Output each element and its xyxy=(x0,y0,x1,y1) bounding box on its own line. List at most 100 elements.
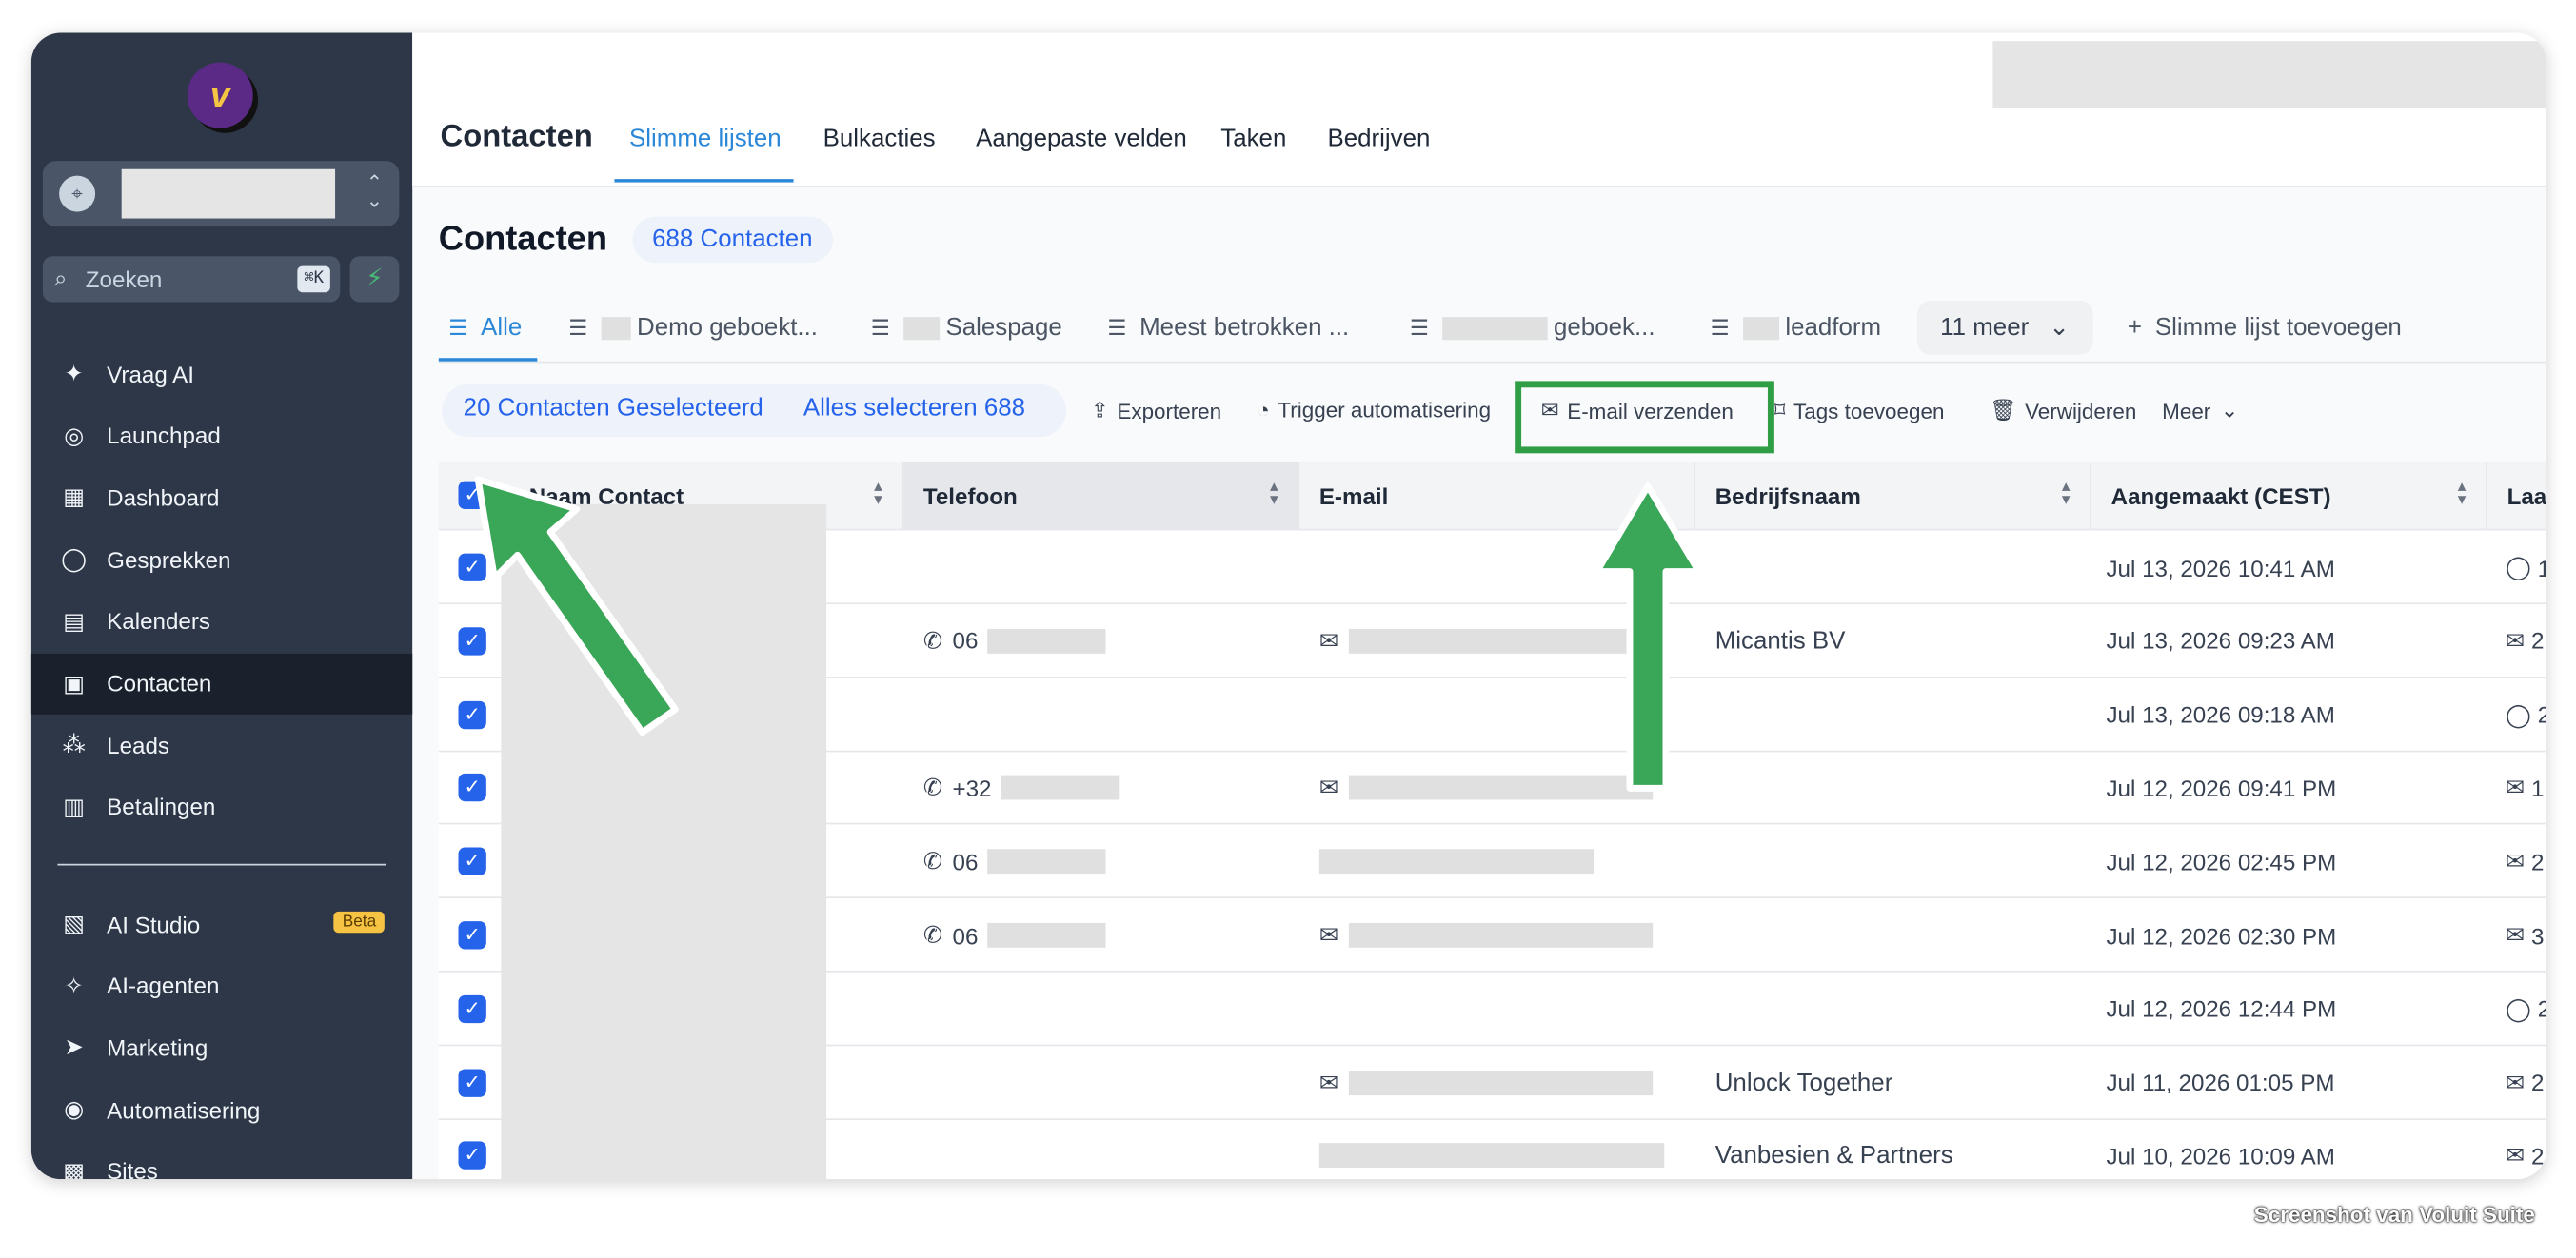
redacted xyxy=(987,628,1107,654)
sidebar-item-launchpad[interactable]: ◎ Launchpad xyxy=(31,405,412,466)
tab-aangepaste-velden[interactable]: Aangepaste velden xyxy=(976,125,1187,152)
phone-icon: ✆ xyxy=(922,921,943,948)
row-checkbox[interactable]: ✓ xyxy=(458,774,486,802)
redacted xyxy=(1318,849,1595,875)
sparkle-icon: ✦ xyxy=(64,359,84,386)
sidebar-item-label: Leads xyxy=(107,732,170,758)
more-lists-label: 11 meer xyxy=(1940,313,2030,342)
green-arrow-checkbox xyxy=(474,476,679,737)
phone-value: +32 xyxy=(952,775,992,802)
export-button[interactable]: ⇪ Exporteren xyxy=(1091,398,1221,424)
email-cell[interactable]: ✉ xyxy=(1319,898,1653,973)
tag-icon: ⌑ xyxy=(1773,397,1786,423)
add-tags-button[interactable]: ⌑ Tags toevoegen xyxy=(1774,398,1945,424)
sidebar-item-vraag-ai[interactable]: ✦ Vraag AI xyxy=(31,344,412,404)
redacted xyxy=(1318,1143,1665,1169)
email-cell[interactable] xyxy=(1318,825,1595,899)
sidebar-item-marketing[interactable]: ➤ Marketing xyxy=(31,1017,412,1078)
last-activity-cell: ✉ 2 xyxy=(2506,825,2545,899)
quick-action-bolt-icon[interactable]: ⚡ xyxy=(349,256,400,303)
delete-button[interactable]: 🗑 Verwijderen xyxy=(1990,398,2136,424)
list-tab-geboekt[interactable]: ☰ geboek... xyxy=(1410,314,1655,342)
sidebar-item-label: Dashboard xyxy=(107,483,220,511)
sidebar-item-leads[interactable]: ⁂ Leads xyxy=(31,715,412,776)
col-header-phone[interactable]: Telefoon ▴ ▾ xyxy=(903,461,1300,531)
sidebar-item-automatisering[interactable]: ◉ Automatisering xyxy=(31,1079,412,1140)
row-checkbox[interactable]: ✓ xyxy=(458,994,486,1023)
sidebar-item-gesprekken[interactable]: ◯ Gesprekken xyxy=(31,529,412,590)
sidebar-item-contacten[interactable]: ▣ Contacten xyxy=(30,653,413,714)
company-cell: Vanbesien & Partners xyxy=(1714,1142,1953,1170)
list-tab-label: Salespage xyxy=(945,313,1062,342)
col-last-label: Laa xyxy=(2507,482,2546,509)
mail-icon: ✉ xyxy=(2505,1068,2526,1095)
row-checkbox[interactable]: ✓ xyxy=(458,1068,486,1097)
dashboard-icon: ▦ xyxy=(63,483,86,510)
redacted xyxy=(601,316,631,340)
app-logo[interactable]: v xyxy=(187,62,253,128)
sidebar-item-label: Betalingen xyxy=(107,794,216,820)
account-switcher[interactable]: ⌖ ⌃ ⌄ xyxy=(42,161,400,227)
list-tab-demo[interactable]: ☰ Demo geboekt... xyxy=(568,314,818,342)
automation-icon: ◉ xyxy=(64,1095,85,1122)
email-cell[interactable] xyxy=(1318,1119,1665,1179)
phone-cell[interactable]: ✆ +32 xyxy=(923,751,1120,825)
col-header-last-activity[interactable]: Laa xyxy=(2487,461,2546,531)
row-checkbox[interactable]: ✓ xyxy=(458,1142,486,1170)
sidebar-item-betalingen[interactable]: ▥ Betalingen xyxy=(31,776,412,837)
phone-icon: ✆ xyxy=(922,774,943,801)
row-checkbox[interactable]: ✓ xyxy=(458,921,486,950)
trigger-label: Trigger automatisering xyxy=(1278,397,1492,423)
list-tab-alle[interactable]: ☰ Alle xyxy=(448,314,522,342)
sort-icon[interactable]: ▴ ▾ xyxy=(874,479,882,508)
tab-bedrijven[interactable]: Bedrijven xyxy=(1327,125,1430,152)
sort-icon[interactable]: ▴ ▾ xyxy=(2458,479,2467,508)
ai-studio-icon: ▧ xyxy=(63,910,86,936)
row-checkbox[interactable]: ✓ xyxy=(458,847,486,876)
phone-cell[interactable]: ✆ 06 xyxy=(923,825,1107,899)
last-activity-cell: ✉ 2 xyxy=(2506,1119,2545,1179)
more-lists-dropdown[interactable]: 11 meer ⌄ xyxy=(1917,300,2093,355)
add-smart-list-button[interactable]: + Slimme lijst toevoegen xyxy=(2128,314,2402,342)
watermark: Screenshot van Voluit Suite xyxy=(2253,1202,2535,1228)
select-all-button[interactable]: Alles selecteren 688 xyxy=(803,394,1025,422)
automation-icon: ◔ xyxy=(1257,397,1270,423)
mail-icon: ✉ xyxy=(2505,774,2526,801)
sidebar-item-dashboard[interactable]: ▦ Dashboard xyxy=(31,467,412,528)
search-input[interactable]: ⌕ Zoeken ⌘K xyxy=(42,256,341,303)
activity-value: 2 xyxy=(2538,995,2546,1022)
col-header-created[interactable]: Aangemaakt (CEST) ▴ ▾ xyxy=(2091,461,2487,531)
delete-label: Verwijderen xyxy=(2025,398,2137,423)
more-actions-dropdown[interactable]: Meer ⌄ xyxy=(2162,398,2238,424)
sidebar-item-ai-studio[interactable]: ▧ AI Studio Beta xyxy=(31,894,412,954)
created-cell: Jul 12, 2026 09:41 PM xyxy=(2106,775,2337,802)
list-tab-leadform[interactable]: ☰ leadform xyxy=(1711,314,1882,342)
app-window: v ⌖ ⌃ ⌄ ⌕ Zoeken ⌘K ⚡ ✦ Vraag AI ◎ Launchpad… xyxy=(30,32,2546,1180)
chat-icon: ◯ xyxy=(2505,700,2531,727)
sidebar-item-ai-agenten[interactable]: ✧ AI-agenten xyxy=(31,955,412,1016)
activity-value: 2 xyxy=(2530,627,2545,655)
sort-icon[interactable]: ▴ ▾ xyxy=(1270,479,1278,508)
tab-slimme-lijsten[interactable]: Slimme lijsten xyxy=(629,125,782,152)
sidebar-item-sites[interactable]: ▩ Sites xyxy=(31,1141,412,1179)
location-pin-icon: ⌖ xyxy=(59,175,96,212)
trigger-automation-button[interactable]: ◔ Trigger automatisering xyxy=(1257,398,1491,423)
email-cell[interactable]: ✉ xyxy=(1319,1046,1653,1120)
tab-taken[interactable]: Taken xyxy=(1220,125,1286,152)
sidebar-item-label: AI Studio xyxy=(107,910,201,937)
list-tab-salespage[interactable]: ☰ Salespage xyxy=(871,314,1062,342)
phone-cell[interactable]: ✆ 06 xyxy=(923,604,1107,678)
created-cell: Jul 11, 2026 01:05 PM xyxy=(2106,1069,2335,1096)
list-tab-meest-betrokken[interactable]: ☰ Meest betrokken ... xyxy=(1107,314,1349,342)
more-actions-label: Meer xyxy=(2162,398,2211,423)
sidebar-item-kalenders[interactable]: ▤ Kalenders xyxy=(31,591,412,652)
sort-icon[interactable]: ▴ ▾ xyxy=(2062,479,2071,508)
sidebar: v ⌖ ⌃ ⌄ ⌕ Zoeken ⌘K ⚡ ✦ Vraag AI ◎ Launchpad… xyxy=(30,32,413,1180)
phone-cell[interactable]: ✆ 06 xyxy=(922,898,1107,973)
add-tags-label: Tags toevoegen xyxy=(1793,398,1945,423)
selected-count[interactable]: 20 Contacten Geselecteerd xyxy=(464,394,763,422)
tab-bulkacties[interactable]: Bulkacties xyxy=(823,125,936,152)
activity-value: 2 xyxy=(2538,701,2546,728)
col-header-company[interactable]: Bedrijfsnaam ▴ ▾ xyxy=(1695,461,2091,531)
redacted xyxy=(1742,316,1779,340)
